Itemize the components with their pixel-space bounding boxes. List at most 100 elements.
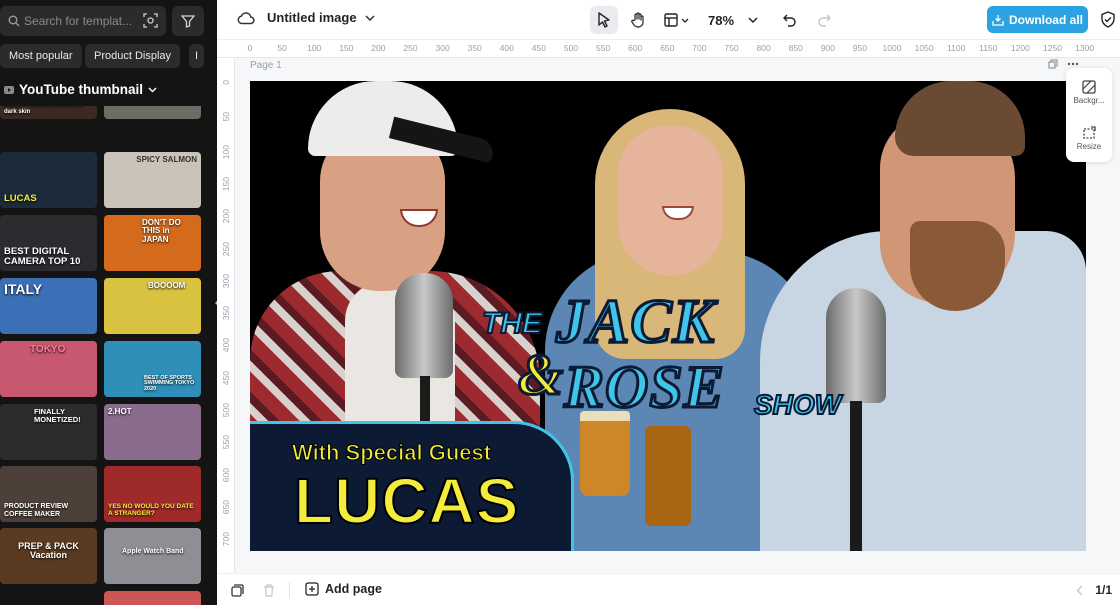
download-all-button[interactable]: Download all <box>987 6 1088 33</box>
ruler-tick-label: 500 <box>221 403 231 418</box>
template-thumbnail[interactable]: 3 BEST FOUNDATIONS FOR dark skin <box>0 106 97 119</box>
document-title-menu[interactable]: Untitled image <box>237 10 375 25</box>
ruler-tick-label: 0 <box>247 43 253 53</box>
canvas-workspace[interactable]: 0 50 100 150 200 250 300 350 400 450 500 550 600 650 7… <box>217 40 1120 573</box>
page-label: Page 1 <box>250 60 282 71</box>
chevron-left-icon[interactable] <box>1076 585 1083 596</box>
resize-icon <box>1083 126 1096 139</box>
right-man-hair <box>895 81 1025 156</box>
ruler-tick-label: 550 <box>596 43 611 53</box>
template-thumbnail[interactable]: DON'T DO THIS in JAPAN <box>104 215 201 271</box>
search-input[interactable]: Search for templat... <box>0 6 166 36</box>
chip-product-display[interactable]: Product Display <box>85 44 181 68</box>
search-placeholder: Search for templat... <box>24 14 133 28</box>
shield-check-icon[interactable] <box>1100 11 1116 28</box>
bottom-bar: Add page 1/1 <box>217 573 1120 605</box>
ruler-tick-label: 100 <box>307 43 322 53</box>
chevron-down-icon <box>748 17 758 23</box>
template-thumbnail[interactable] <box>104 591 201 605</box>
ruler-tick-label: 900 <box>820 43 835 53</box>
ruler-tick-label: 700 <box>221 532 231 547</box>
ruler-tick-label: 400 <box>221 338 231 353</box>
resize-button[interactable]: Resize <box>1066 126 1112 151</box>
chevron-down-icon <box>681 18 688 23</box>
undo-icon <box>783 14 796 27</box>
more-options-icon[interactable] <box>1067 62 1079 66</box>
ruler-tick-label: 600 <box>221 467 231 482</box>
hand-icon <box>631 12 644 28</box>
design-artboard[interactable]: THE JACK & ROSE SHOW With Special Guest … <box>250 81 1086 551</box>
template-thumbnail[interactable]: SPICY SALMON <box>104 152 201 208</box>
title-show: SHOW <box>753 388 842 421</box>
ruler-tick-label: 100 <box>221 144 231 159</box>
title-the: THE <box>481 306 543 341</box>
ruler-tick-label: 1150 <box>979 43 998 53</box>
trash-icon[interactable] <box>263 584 275 597</box>
ruler-tick-label: 300 <box>221 273 231 288</box>
select-tool-button[interactable] <box>590 6 618 34</box>
chip-more[interactable]: I <box>189 44 205 68</box>
template-thumbnail[interactable]: PRODUCT REVIEW COFFEE MAKER <box>0 466 97 522</box>
template-thumbnail[interactable]: Apple Watch Band <box>104 528 201 584</box>
ruler-tick-label: 950 <box>852 43 867 53</box>
horizontal-ruler: 0 50 100 150 200 250 300 350 400 450 500 550 600 650 7… <box>217 40 1120 58</box>
template-thumbnail[interactable]: BEST OF SPORTS SWIMMING TOKYO 2020 <box>104 341 201 397</box>
ruler-tick-label: 300 <box>435 43 450 53</box>
hand-tool-button[interactable] <box>624 6 652 34</box>
ruler-tick-label: 450 <box>221 370 231 385</box>
filter-button[interactable] <box>172 6 204 36</box>
top-toolbar: Untitled image 78% Download all <box>217 0 1120 40</box>
template-thumbnail[interactable]: YES NO WOULD YOU DATE A STRANGER? <box>104 466 201 522</box>
duplicate-page-icon[interactable] <box>1048 59 1058 69</box>
redo-icon <box>818 14 832 27</box>
template-thumbnail[interactable]: PREP & PACK Vacation <box>0 528 97 584</box>
ruler-tick-label: 1000 <box>882 43 902 53</box>
ruler-tick-label: 1050 <box>914 43 934 53</box>
chip-most-popular[interactable]: Most popular <box>0 44 82 68</box>
add-page-button[interactable]: Add page <box>305 582 382 596</box>
divider <box>289 582 290 598</box>
layout-menu-button[interactable] <box>658 6 694 34</box>
layout-icon <box>663 13 678 27</box>
template-thumbnail[interactable]: 2.HOT <box>104 404 201 460</box>
category-header[interactable]: YouTube thumbnail <box>4 82 157 97</box>
background-button[interactable]: Backgr... <box>1066 80 1112 105</box>
ruler-tick-label: 350 <box>467 43 482 53</box>
category-chips: Most popular Product Display I <box>0 44 217 68</box>
ruler-tick-label: 350 <box>221 306 231 321</box>
zoom-menu-button[interactable] <box>744 6 762 34</box>
ruler-tick-label: 850 <box>788 43 803 53</box>
ruler-tick-label: 1100 <box>947 43 966 53</box>
ruler-tick-label: 700 <box>692 43 707 53</box>
ruler-tick-label: 0 <box>221 80 231 85</box>
template-thumbnail[interactable] <box>0 591 97 605</box>
ruler-tick-label: 1300 <box>1075 43 1095 53</box>
template-thumbnail[interactable]: BOOOOM <box>104 278 201 334</box>
pages-icon[interactable] <box>231 584 244 597</box>
ruler-tick-label: 50 <box>277 43 287 53</box>
background-label: Backgr... <box>1073 96 1105 105</box>
template-thumbnail[interactable]: LUCAS <box>0 152 97 208</box>
template-thumbnail[interactable]: BEST DIGITAL CAMERA TOP 10 <box>0 215 97 271</box>
image-search-icon[interactable] <box>143 13 158 28</box>
guest-banner: With Special Guest LUCAS <box>250 421 574 551</box>
template-thumbnail[interactable]: ITALY <box>0 278 97 334</box>
redo-button[interactable] <box>810 6 838 34</box>
template-thumbnail[interactable]: FINALLY MONETIZED! <box>0 404 97 460</box>
canvas-side-panel: Backgr... Resize <box>1066 68 1112 162</box>
ruler-tick-label: 750 <box>724 43 739 53</box>
chevron-down-icon <box>365 14 375 21</box>
template-thumbnail[interactable]: TOKYO <box>0 341 97 397</box>
template-thumbnail[interactable] <box>104 106 201 119</box>
youtube-icon <box>4 85 14 94</box>
add-page-icon <box>305 582 319 596</box>
ruler-tick-label: 550 <box>221 435 231 450</box>
woman-face <box>618 126 723 276</box>
canvas-tools: 78% <box>590 6 838 34</box>
resize-label: Resize <box>1076 142 1102 151</box>
ruler-tick-label: 600 <box>628 43 643 53</box>
ruler-tick-label: 1200 <box>1010 43 1030 53</box>
ruler-tick-label: 200 <box>371 43 386 53</box>
zoom-level[interactable]: 78% <box>708 13 734 28</box>
undo-button[interactable] <box>776 6 804 34</box>
